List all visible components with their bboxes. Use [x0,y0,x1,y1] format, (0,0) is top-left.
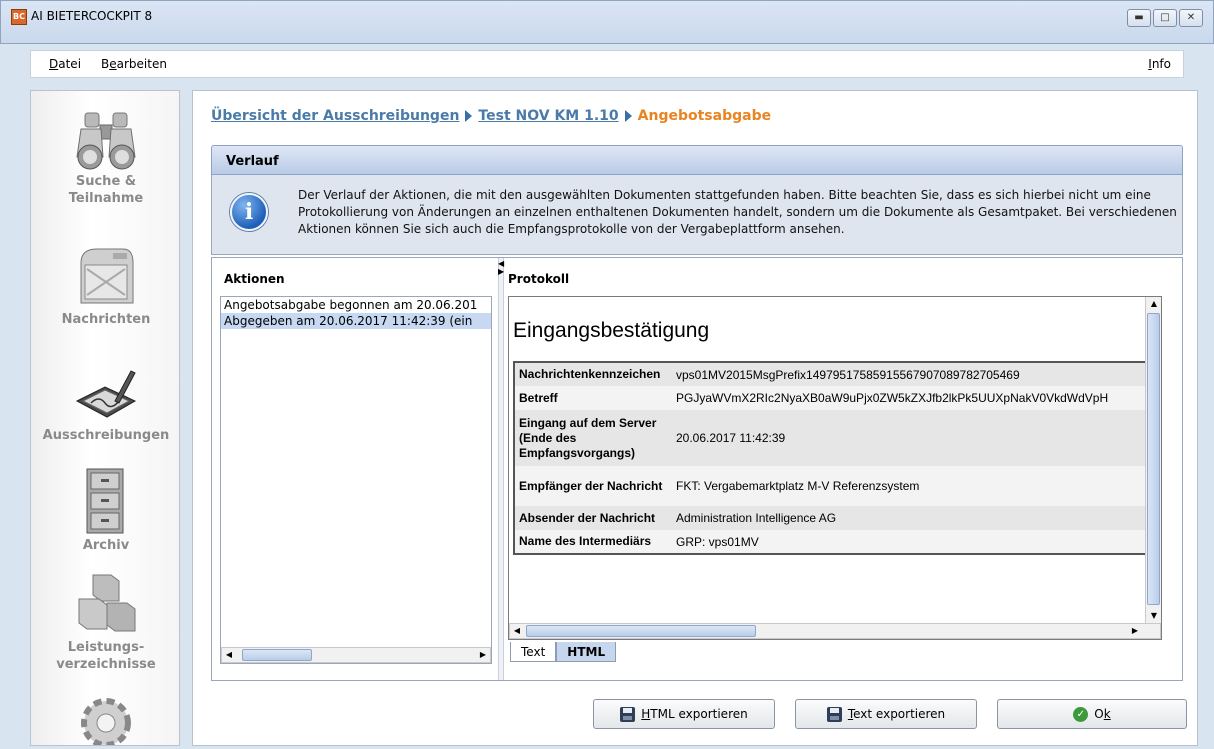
main-panel: Übersicht der Ausschreibungen Test NOV K… [192,90,1198,746]
list-item[interactable]: Angebotsabgabe begonnen am 20.06.201 [221,297,491,313]
sidebar-item-label: Teilnahme [68,191,144,206]
table-row: Absender der Nachricht Administration In… [514,506,1156,530]
sidebar-item-label: Archiv [82,538,130,553]
scroll-up-icon[interactable]: ▲ [1146,297,1161,311]
scroll-right-icon[interactable]: ▶ [476,648,490,662]
protokoll-tabs: Text HTML [510,642,617,662]
window-title: AI BIETERCOCKPIT 8 [31,9,153,23]
protocol-table: Nachrichtenkennzeichen vps01MV2015MsgPre… [513,361,1157,555]
protokoll-frame: Eingangsbestätigung Nachrichtenkennzeich… [508,296,1162,640]
tab-text[interactable]: Text [510,642,557,662]
table-row: Eingang auf dem Server (Ende des Empfang… [514,410,1156,466]
text-export-button[interactable]: Text exportieren [795,699,977,729]
table-row: Betreff PGJyaWVmX2RIc2NyaXB0aW9uPjx0ZW5k… [514,386,1156,410]
table-row: Nachrichtenkennzeichen vps01MV2015MsgPre… [514,362,1156,386]
row-value: Administration Intelligence AG [676,511,837,525]
breadcrumb-link-uebersicht[interactable]: Übersicht der Ausschreibungen [211,108,459,124]
breadcrumb: Übersicht der Ausschreibungen Test NOV K… [211,108,771,124]
signature-tablet-icon [75,370,137,418]
row-value: PGJyaWVmX2RIc2NyaXB0aW9uPjx0ZW5kZXJfb2lk… [676,391,1109,405]
row-label: Absender der Nachricht [519,510,656,525]
window-controls: ▬ □ ✕ [1127,9,1203,27]
aktionen-hscrollbar[interactable]: ◀ ▶ [221,647,491,663]
breadcrumb-link-ausschreibung[interactable]: Test NOV KM 1.10 [478,108,618,124]
row-label: Empfänger der Nachricht [519,478,663,493]
list-item[interactable]: Abgegeben am 20.06.2017 11:42:39 (ein [221,313,491,329]
scroll-left-icon[interactable]: ◀ [222,648,236,662]
protokoll-vscrollbar[interactable]: ▲ ▼ [1145,297,1161,623]
scroll-thumb[interactable] [526,625,756,637]
gear-icon [81,698,131,745]
breadcrumb-separator-icon [465,110,473,122]
scroll-right-icon[interactable]: ▶ [1128,624,1142,638]
maximize-button[interactable]: □ [1153,9,1177,27]
row-value: FKT: Vergabemarktplatz M-V Referenzsyste… [676,479,920,493]
menu-info[interactable]: Info [1148,57,1171,71]
sidebar-item-ausschreibungen[interactable]: Ausschreibungen [31,361,179,444]
table-row: Empfänger der Nachricht FKT: Vergabemark… [514,466,1156,506]
content-area: Aktionen Angebotsabgabe begonnen am 20.0… [211,257,1183,681]
row-label: Nachrichtenkennzeichen [519,367,661,381]
scroll-thumb[interactable] [1147,313,1160,605]
save-disk-icon [620,706,636,722]
binoculars-icon [76,112,136,170]
sidebar-item-label: Nachrichten [61,312,151,327]
row-label: Name des Intermediärs [519,534,652,548]
aktionen-title: Aktionen [224,272,285,286]
menu-datei[interactable]: Datei [49,57,81,71]
mailbox-icon [80,248,134,304]
close-button[interactable]: ✕ [1179,9,1203,27]
sidebar-item-label: Suche & [75,174,137,189]
cubes-icon [78,574,136,632]
info-box: i Der Verlauf der Aktionen, die mit den … [211,175,1183,255]
title-bar: BC AI BIETERCOCKPIT 8 ▬ □ ✕ [0,0,1214,44]
menu-bearbeiten[interactable]: Bearbeiten [101,57,167,71]
sidebar-item-leistungsverzeichnisse[interactable]: Leistungs- verzeichnisse [31,569,179,673]
aktionen-list: Angebotsabgabe begonnen am 20.06.201 Abg… [220,296,492,664]
scroll-left-icon[interactable]: ◀ [510,624,524,638]
splitter-arrows-icon[interactable]: ◀ ▶ [498,260,504,276]
row-value: 20.06.2017 11:42:39 [676,431,786,445]
sidebar: Suche & Teilnahme Nachrichten Ausschreib… [30,90,180,746]
protokoll-title: Protokoll [508,272,570,286]
app-icon: BC [11,9,27,25]
breadcrumb-current: Angebotsabgabe [637,108,772,124]
info-icon: i [230,193,268,231]
html-export-button[interactable]: HTML exportieren [593,699,775,729]
row-value: vps01MV2015MsgPrefix14979517585915567907… [676,367,1020,382]
row-label: Eingang auf dem Server (Ende des Empfang… [519,415,657,460]
info-text: Der Verlauf der Aktionen, die mit den au… [298,188,1177,236]
save-disk-icon [826,706,842,722]
splitter[interactable]: ◀ ▶ [498,258,504,680]
sidebar-item-nachrichten[interactable]: Nachrichten [31,245,179,328]
checkmark-icon: ✓ [1073,706,1089,722]
sidebar-item-label: Ausschreibungen [42,428,170,443]
section-title: Verlauf [211,145,1183,175]
ok-button[interactable]: ✓ Ok [997,699,1187,729]
sidebar-item-suche-teilnahme[interactable]: Suche & Teilnahme [31,107,179,207]
table-row: Name des Intermediärs GRP: vps01MV [514,530,1156,554]
scroll-down-icon[interactable]: ▼ [1146,609,1161,623]
sidebar-item-archiv[interactable]: Archiv [31,465,179,554]
sidebar-item-label: verzeichnisse [56,657,156,672]
sidebar-item-label: Leistungs- [67,640,145,655]
row-label: Betreff [519,390,558,405]
row-value: GRP: vps01MV [676,534,759,549]
filing-cabinet-icon [86,468,124,534]
minimize-button[interactable]: ▬ [1127,9,1151,27]
sidebar-item-settings[interactable] [31,693,179,745]
protocol-heading: Eingangsbestätigung [513,319,710,342]
scroll-thumb[interactable] [242,649,312,661]
breadcrumb-separator-icon [624,110,632,122]
menu-bar: Datei Bearbeiten Info [30,50,1184,78]
protokoll-hscrollbar[interactable]: ◀ ▶ [509,623,1161,639]
tab-html[interactable]: HTML [556,642,617,662]
